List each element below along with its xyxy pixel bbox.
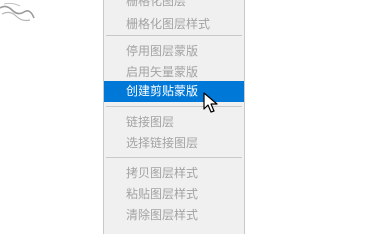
menu-item-enable-vector-mask[interactable]: 启用矢量蒙版: [104, 62, 244, 83]
menu-separator: [106, 106, 242, 107]
menu-item-copy-layer-style[interactable]: 拷贝图层样式: [104, 163, 244, 184]
menu-item-clear-layer-style[interactable]: 清除图层样式: [104, 205, 244, 226]
arrow-pointer-icon: [203, 92, 218, 113]
background-artwork: [0, 2, 35, 22]
menu-item-select-linked-layers[interactable]: 选择链接图层: [104, 133, 244, 154]
menu-separator: [106, 35, 242, 36]
menu-item-create-clipping-mask[interactable]: 创建剪贴蒙版: [104, 81, 244, 102]
screen: 栅格化图层 栅格化图层样式 停用图层蒙版 启用矢量蒙版 创建剪贴蒙版 链接图层 …: [0, 0, 386, 234]
menu-separator: [106, 157, 242, 158]
menu-item-rasterize-layer-style[interactable]: 栅格化图层样式: [104, 14, 244, 35]
menu-item-disable-layer-mask[interactable]: 停用图层蒙版: [104, 41, 244, 62]
layer-context-menu: 栅格化图层 栅格化图层样式 停用图层蒙版 启用矢量蒙版 创建剪贴蒙版 链接图层 …: [103, 0, 245, 234]
menu-item-paste-layer-style[interactable]: 粘贴图层样式: [104, 184, 244, 205]
menu-item-rasterize-layer[interactable]: 栅格化图层: [104, 0, 244, 12]
menu-item-link-layers[interactable]: 链接图层: [104, 112, 244, 133]
